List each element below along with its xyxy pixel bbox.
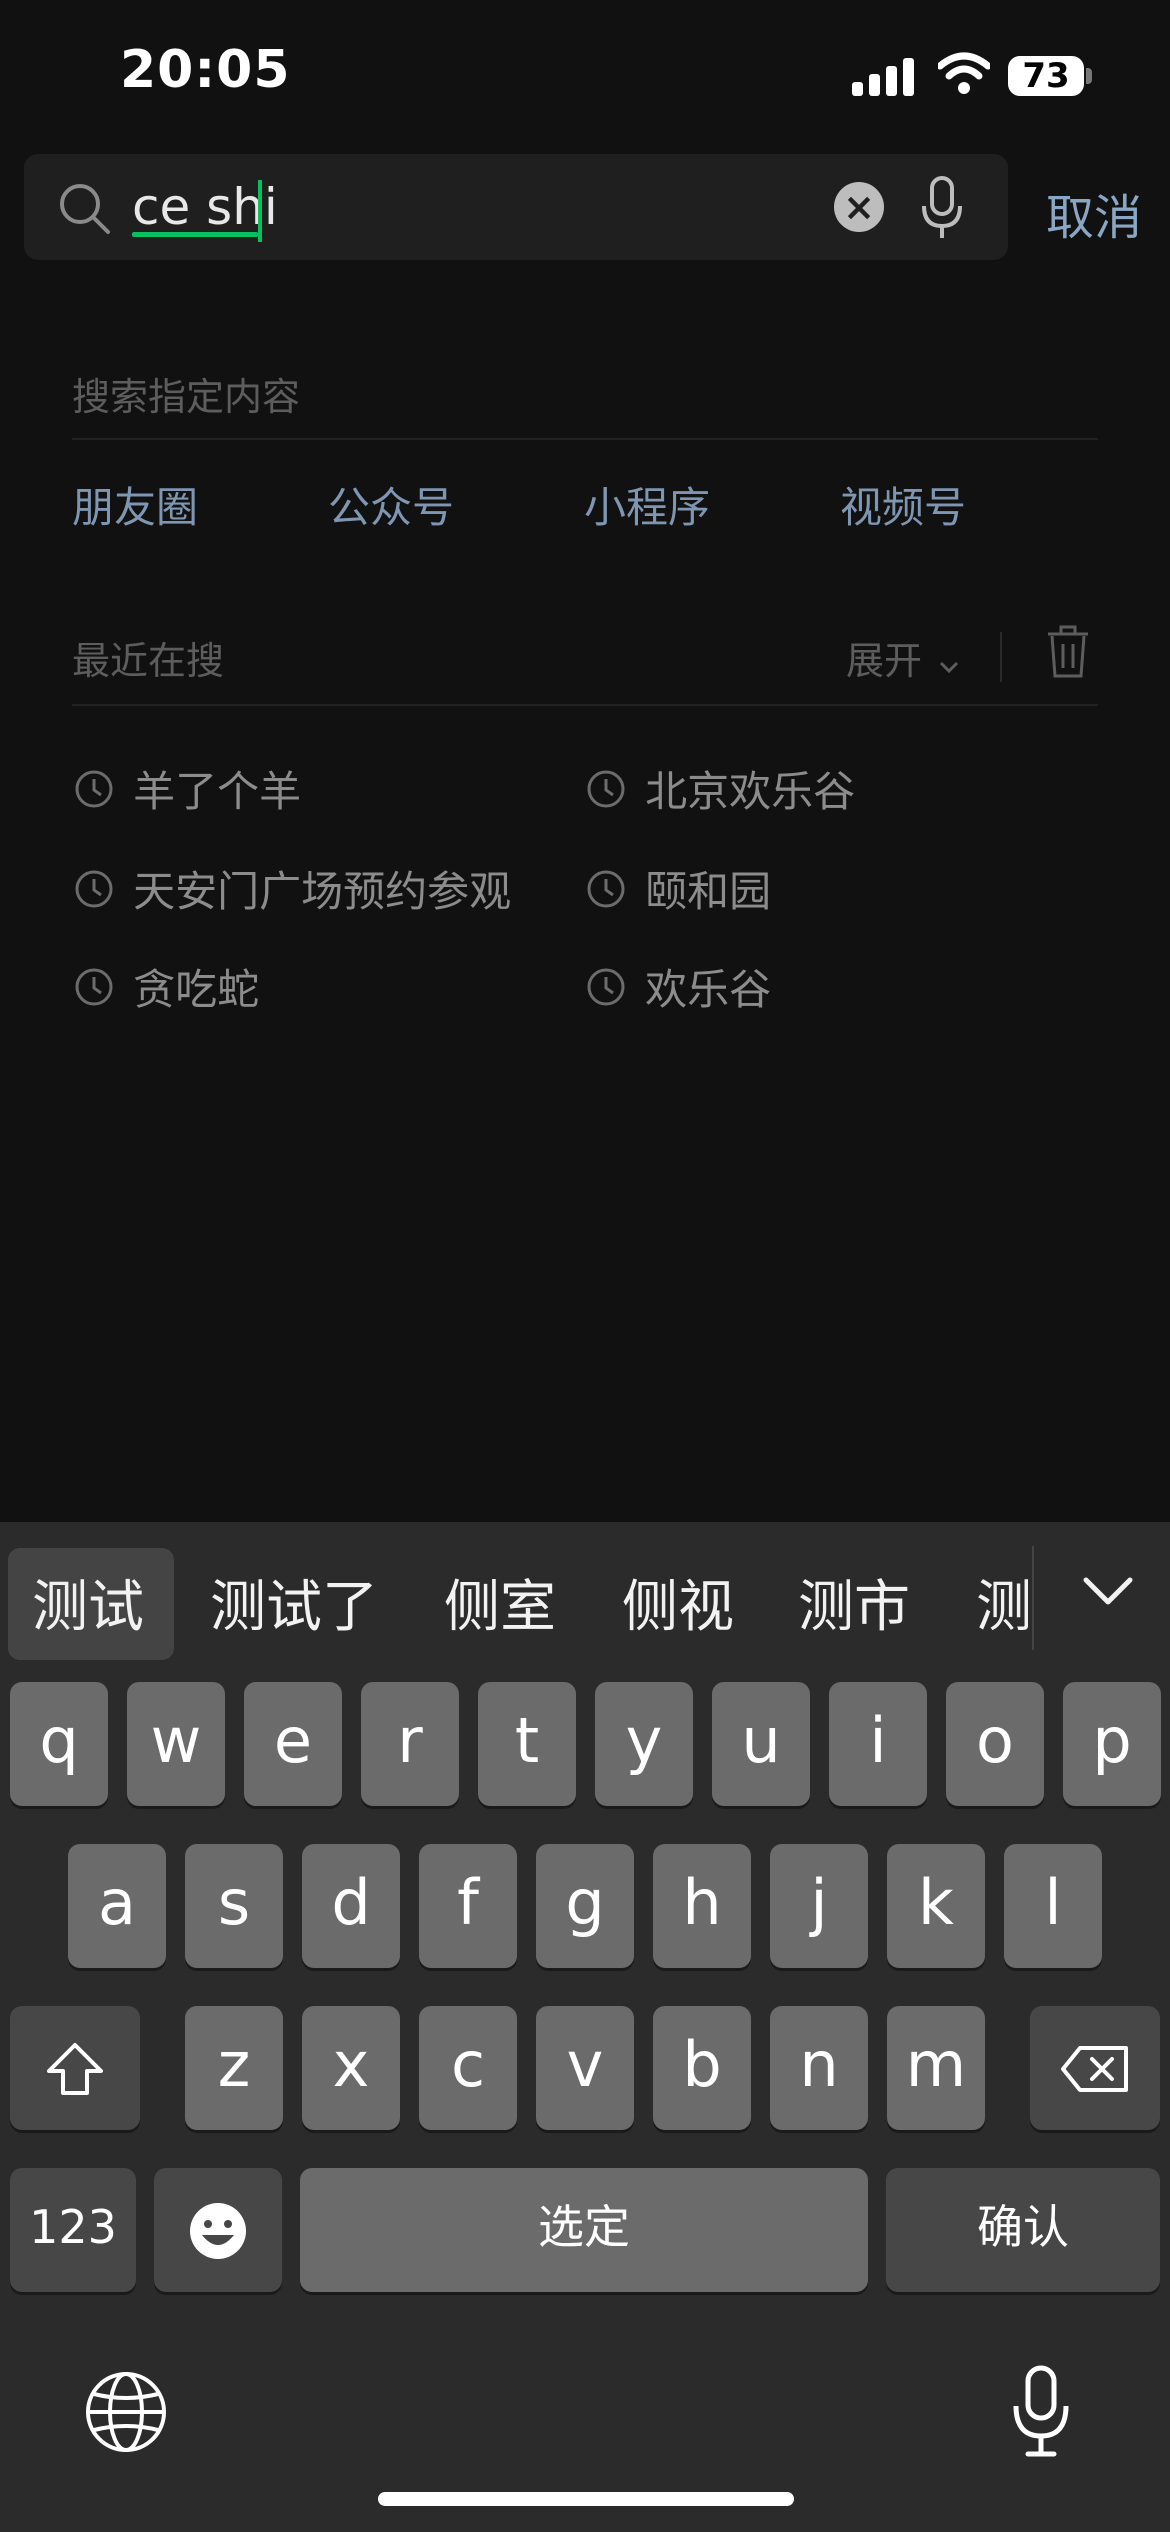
key-z[interactable]: z	[185, 2006, 283, 2130]
candidate-word[interactable]: 测	[976, 1562, 1028, 1643]
key-d[interactable]: d	[302, 1844, 400, 1968]
emoji-key[interactable]	[154, 2168, 282, 2292]
candidate-word[interactable]: 测试	[32, 1562, 144, 1643]
key-w[interactable]: w	[127, 1682, 225, 1806]
key-o[interactable]: o	[946, 1682, 1044, 1806]
battery-indicator: 73	[1008, 56, 1084, 96]
clock-icon	[587, 968, 625, 1005]
chevron-down-icon[interactable]	[1078, 1572, 1138, 1612]
category-official-accounts[interactable]: 公众号	[328, 474, 454, 535]
history-text: 颐和园	[645, 867, 772, 916]
search-input[interactable]: ce shi	[132, 178, 278, 236]
clock-icon	[75, 870, 113, 907]
composition-underline	[132, 232, 258, 237]
key-r[interactable]: r	[361, 1682, 459, 1806]
text-caret	[258, 180, 262, 242]
key-n[interactable]: n	[770, 2006, 868, 2130]
key-f[interactable]: f	[419, 1844, 517, 1968]
specify-section-title: 搜索指定内容	[72, 375, 301, 419]
cancel-button[interactable]: 取消	[1046, 178, 1142, 248]
divider	[72, 704, 1098, 706]
chevron-down-icon	[940, 661, 959, 674]
home-indicator[interactable]	[378, 2492, 794, 2506]
category-channels[interactable]: 视频号	[840, 474, 966, 535]
search-icon	[60, 184, 110, 234]
key-l[interactable]: l	[1004, 1844, 1102, 1968]
trash-icon[interactable]	[1044, 624, 1092, 680]
key-y[interactable]: y	[595, 1682, 693, 1806]
key-s[interactable]: s	[185, 1844, 283, 1968]
key-v[interactable]: v	[536, 2006, 634, 2130]
category-mini-programs[interactable]: 小程序	[584, 474, 710, 535]
category-moments[interactable]: 朋友圈	[72, 474, 198, 535]
confirm-key[interactable]: 确认	[886, 2168, 1160, 2292]
key-b[interactable]: b	[653, 2006, 751, 2130]
candidate-word[interactable]: 侧室	[444, 1562, 556, 1643]
shift-icon	[47, 2042, 103, 2095]
history-text: 天安门广场预约参观	[133, 867, 512, 916]
history-item[interactable]: 颐和园	[586, 858, 771, 919]
space-select-key[interactable]: 选定	[300, 2168, 868, 2292]
history-text: 北京欢乐谷	[645, 767, 856, 816]
history-text: 欢乐谷	[645, 965, 772, 1014]
key-t[interactable]: t	[478, 1682, 576, 1806]
battery-tip	[1086, 68, 1092, 84]
cellular-signal-icon	[852, 56, 916, 96]
history-item[interactable]: 欢乐谷	[586, 956, 771, 1017]
history-item[interactable]: 贪吃蛇	[74, 956, 259, 1017]
expand-button[interactable]: 展开	[846, 630, 960, 685]
expand-label: 展开	[846, 639, 923, 683]
key-e[interactable]: e	[244, 1682, 342, 1806]
key-g[interactable]: g	[536, 1844, 634, 1968]
clock-icon	[75, 770, 113, 807]
candidate-word[interactable]: 测市	[798, 1562, 910, 1643]
divider	[1032, 1546, 1034, 1650]
shift-key[interactable]	[10, 2006, 140, 2130]
emoji-icon	[190, 2202, 246, 2259]
dictation-mic-icon[interactable]	[1010, 2364, 1072, 2460]
backspace-key[interactable]	[1030, 2006, 1160, 2130]
voice-search-mic-icon[interactable]	[920, 176, 964, 240]
clear-search-button[interactable]: ×	[834, 182, 884, 232]
key-i[interactable]: i	[829, 1682, 927, 1806]
numbers-key[interactable]: 123	[10, 2168, 136, 2292]
key-c[interactable]: c	[419, 2006, 517, 2130]
key-x[interactable]: x	[302, 2006, 400, 2130]
divider	[1000, 632, 1002, 682]
key-k[interactable]: k	[887, 1844, 985, 1968]
key-u[interactable]: u	[712, 1682, 810, 1806]
recent-section-title: 最近在搜	[72, 639, 225, 683]
history-item[interactable]: 羊了个羊	[74, 758, 301, 819]
divider	[72, 438, 1098, 440]
key-j[interactable]: j	[770, 1844, 868, 1968]
history-text: 贪吃蛇	[133, 965, 260, 1014]
candidate-word[interactable]: 测试了	[210, 1562, 378, 1643]
history-text: 羊了个羊	[133, 767, 302, 816]
key-m[interactable]: m	[887, 2006, 985, 2130]
backspace-icon	[1061, 2045, 1128, 2092]
history-item[interactable]: 天安门广场预约参观	[74, 858, 511, 919]
key-q[interactable]: q	[10, 1682, 108, 1806]
key-a[interactable]: a	[68, 1844, 166, 1968]
key-p[interactable]: p	[1063, 1682, 1161, 1806]
clock-icon	[587, 870, 625, 907]
status-time: 20:05	[120, 40, 291, 100]
wifi-icon	[938, 52, 990, 94]
candidate-word[interactable]: 侧视	[622, 1562, 734, 1643]
history-item[interactable]: 北京欢乐谷	[586, 758, 855, 819]
clock-icon	[75, 968, 113, 1005]
globe-icon[interactable]	[84, 2370, 168, 2454]
clock-icon	[587, 770, 625, 807]
key-h[interactable]: h	[653, 1844, 751, 1968]
